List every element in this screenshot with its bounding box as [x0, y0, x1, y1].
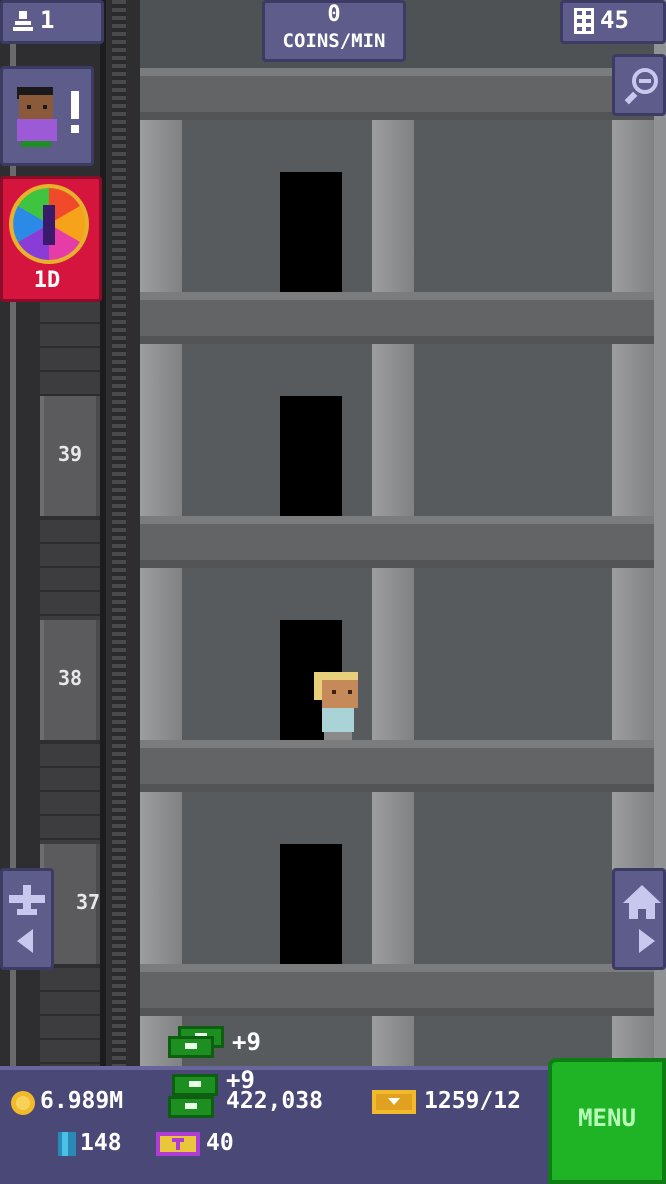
pillar — [612, 568, 654, 740]
floor-number: 38 — [57, 666, 83, 690]
money-icon — [168, 1036, 214, 1058]
floor-slab — [140, 292, 654, 344]
population-value: 1 — [40, 6, 55, 34]
bux-icon — [156, 1132, 200, 1156]
pillar — [140, 792, 182, 964]
shaft-wall — [40, 968, 100, 1068]
zoom-out-icon — [624, 68, 658, 105]
pillar — [140, 120, 182, 292]
pillar — [372, 120, 414, 292]
pillar — [140, 344, 182, 516]
doorway — [280, 396, 342, 516]
plane-icon — [9, 885, 45, 953]
doorway — [280, 844, 342, 964]
blue-item-icon — [58, 1132, 76, 1156]
shaft-wall — [40, 744, 100, 844]
zoom-out-button[interactable] — [612, 54, 666, 116]
coins-per-minute-label: COINS/MIN — [282, 30, 386, 52]
gold-ticket-icon — [372, 1090, 416, 1114]
gold-tickets-value: 1259/12 — [424, 1088, 521, 1114]
visitor-icon — [17, 87, 79, 147]
tower-bux-value: 40 — [206, 1130, 234, 1156]
pillar — [612, 344, 654, 516]
person-icon — [13, 11, 33, 31]
lucky-wheel-timer: 1D — [33, 268, 61, 293]
pillar — [372, 568, 414, 740]
coin-icon — [11, 1091, 35, 1115]
blue-items-value: 148 — [80, 1130, 122, 1156]
bux-cost-value: 422,038 — [226, 1088, 323, 1114]
pillar — [140, 568, 182, 740]
go-home-button[interactable] — [612, 868, 666, 970]
doorway — [280, 172, 342, 292]
resident-sprite[interactable] — [310, 668, 362, 742]
floor-slab — [140, 964, 654, 1016]
income-popup: +9 — [232, 1028, 261, 1056]
visitor-alert-button[interactable] — [0, 66, 94, 166]
pillar — [372, 792, 414, 964]
pillar — [372, 1016, 414, 1070]
visit-previous-button[interactable] — [0, 868, 54, 970]
coins-value: 6.989M — [40, 1088, 124, 1114]
pillar — [372, 344, 414, 516]
menu-button[interactable]: MENU — [548, 1058, 666, 1184]
money-icon — [172, 1074, 218, 1096]
money-icon — [168, 1096, 214, 1118]
floor-slab — [140, 68, 654, 120]
pillar — [612, 120, 654, 292]
shaft-wall — [40, 520, 100, 620]
floor-slab — [140, 516, 654, 568]
floor-count-value: 45 — [600, 6, 629, 34]
house-icon — [623, 885, 661, 953]
coins-per-minute-value: 0 — [327, 2, 341, 27]
lucky-wheel-icon — [9, 184, 89, 264]
floor-number: 39 — [57, 442, 83, 466]
floor-slab — [140, 740, 654, 792]
floors-icon — [574, 8, 594, 34]
floor-number: 37 — [75, 890, 101, 914]
